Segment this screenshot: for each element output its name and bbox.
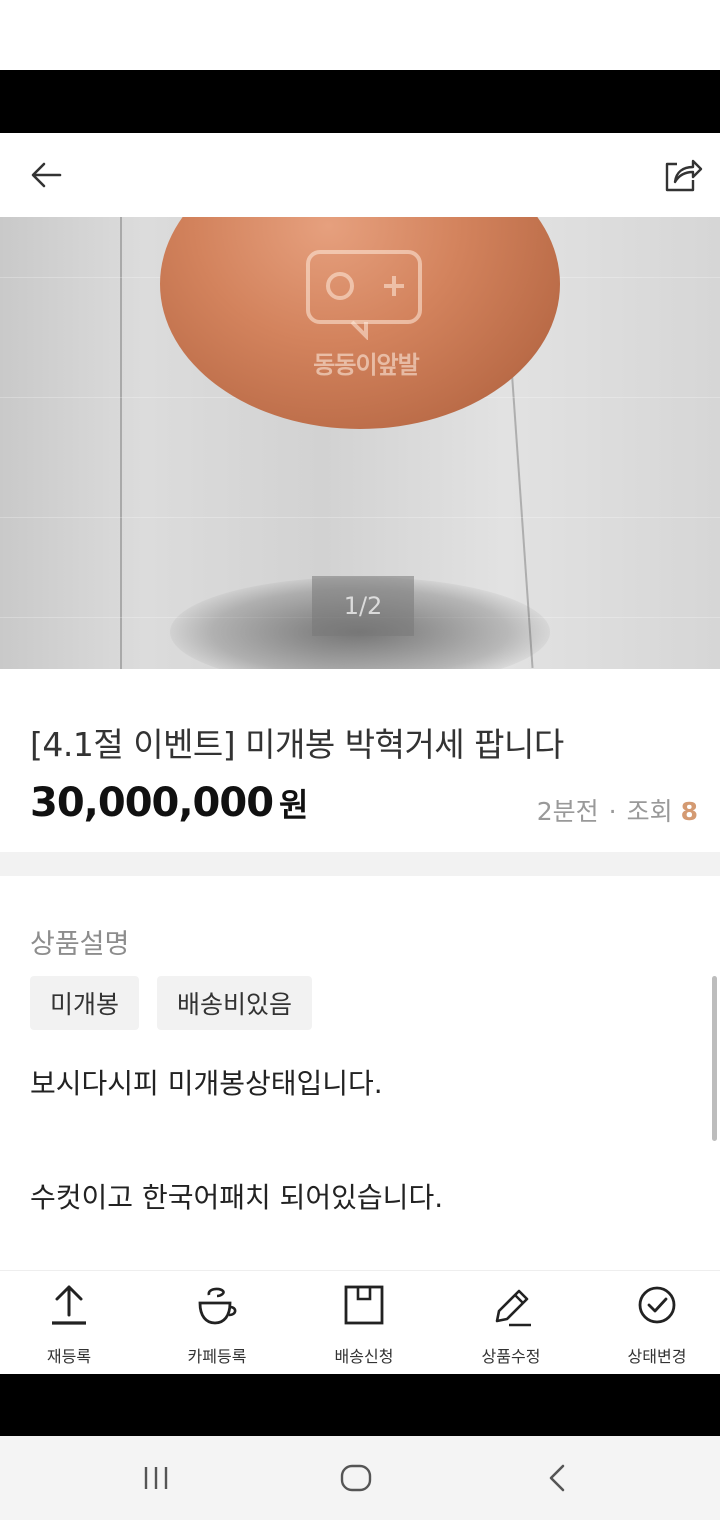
system-back-button[interactable]: [528, 1454, 588, 1502]
chat-plus-icon: [306, 250, 422, 341]
watermark-text: 동동이앞발: [313, 351, 419, 379]
post-meta: 2분전 · 조회 8: [537, 792, 698, 828]
price-amount: 30,000,000: [30, 780, 274, 826]
description-label: 상품설명: [30, 929, 130, 960]
price: 30,000,000 원: [30, 780, 309, 826]
delivery-request-label: 배송신청: [334, 1347, 394, 1366]
delivery-request-button[interactable]: 배송신청: [309, 1283, 419, 1373]
recent-apps-button[interactable]: [126, 1454, 186, 1502]
product-image-carousel[interactable]: 동동이앞발 1/2: [0, 217, 720, 669]
back-button[interactable]: [18, 147, 74, 203]
chevron-left-icon: [549, 1464, 565, 1492]
section-divider: [0, 852, 720, 876]
status-bar-area: [0, 0, 720, 70]
upload-icon: [52, 1285, 86, 1325]
price-unit: 원: [279, 786, 309, 824]
image-page-indicator: 1/2: [312, 576, 414, 636]
top-app-bar: [0, 133, 720, 217]
black-band-bottom: [0, 1374, 720, 1436]
scrollbar[interactable]: [712, 976, 717, 1141]
share-icon: [665, 159, 703, 192]
recent-apps-icon: [144, 1467, 168, 1489]
description-line: 보시다시피 미개봉상태입니다.: [30, 1067, 383, 1100]
home-button[interactable]: [326, 1454, 386, 1502]
edit-product-label: 상품수정: [481, 1347, 541, 1366]
share-button[interactable]: [654, 147, 710, 203]
change-status-button[interactable]: 상태변경: [602, 1283, 712, 1373]
home-icon: [340, 1464, 372, 1492]
description-line: 수컷이고 한국어패치 되어있습니다.: [30, 1181, 444, 1214]
tag-unopened[interactable]: 미개봉: [30, 976, 140, 1030]
floor-grain: [0, 517, 720, 518]
change-status-label: 상태변경: [627, 1347, 687, 1366]
pencil-icon: [495, 1289, 531, 1327]
posted-time: 2분전: [536, 797, 599, 826]
box-icon: [344, 1285, 384, 1325]
back-arrow-icon: [31, 162, 62, 188]
views-label: 조회: [626, 797, 673, 826]
black-band-top: [0, 70, 720, 133]
floor-plank-line: [120, 217, 122, 669]
watermark: 동동이앞발: [296, 248, 436, 379]
relist-button[interactable]: 재등록: [14, 1283, 124, 1373]
tag-shipping-fee[interactable]: 배송비있음: [157, 976, 313, 1030]
system-navigation-bar: [0, 1436, 720, 1520]
relist-label: 재등록: [46, 1347, 92, 1366]
views-count: 8: [680, 797, 698, 826]
check-circle-icon: [638, 1286, 676, 1324]
cafe-register-label: 카페등록: [187, 1347, 247, 1366]
product-title: [4.1절 이벤트] 미개봉 박혁거세 팝니다: [30, 725, 564, 764]
bottom-action-bar: 재등록 카페등록 배송신청 상품수정 상태변경: [0, 1270, 720, 1375]
edit-product-button[interactable]: 상품수정: [456, 1283, 566, 1373]
cafe-register-button[interactable]: 카페등록: [162, 1283, 272, 1373]
cup-icon: [198, 1287, 237, 1325]
meta-separator: ·: [608, 797, 617, 826]
